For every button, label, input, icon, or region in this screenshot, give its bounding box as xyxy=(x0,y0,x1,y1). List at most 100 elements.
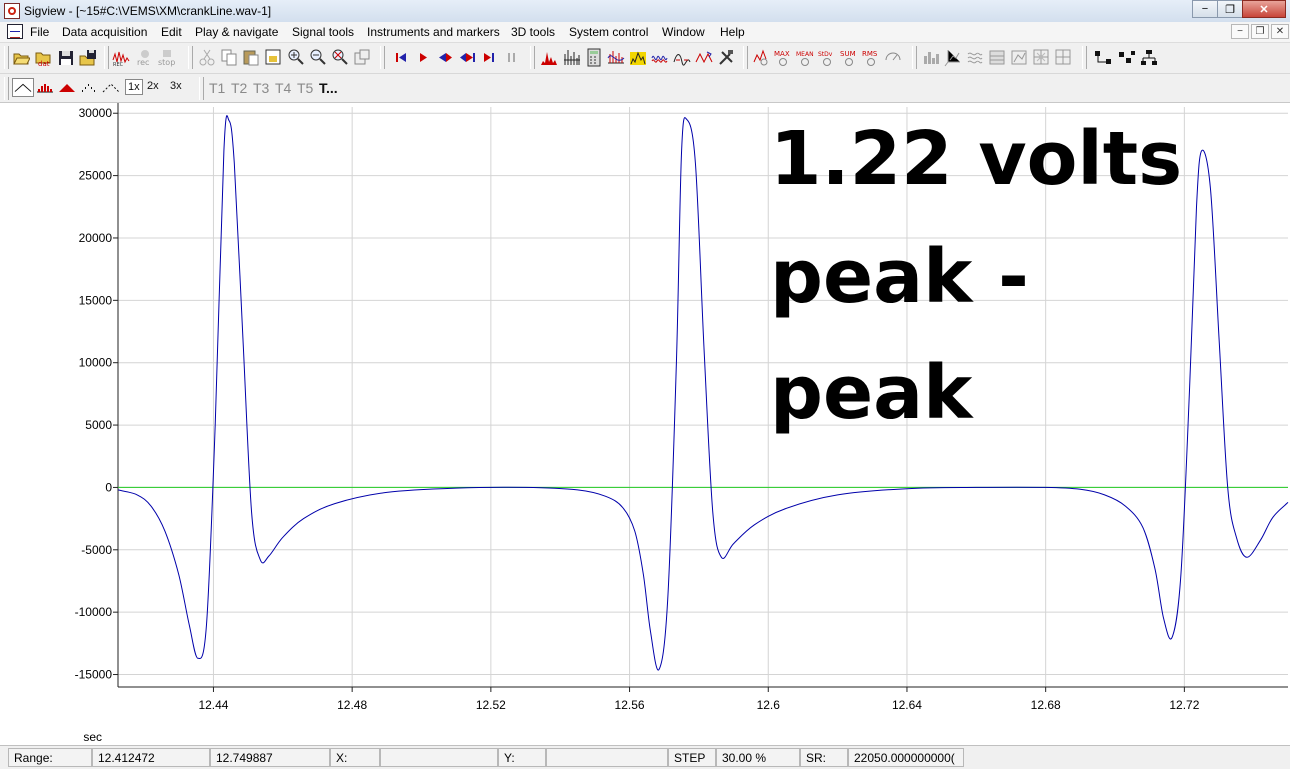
go-end-icon[interactable] xyxy=(480,48,498,67)
marker-icon[interactable] xyxy=(752,48,770,67)
menu-system-control[interactable]: System control xyxy=(569,25,648,39)
zoom-3x-toggle[interactable]: 3x xyxy=(170,80,182,92)
y-value xyxy=(546,748,668,767)
rec-icon[interactable]: rec xyxy=(136,48,154,67)
tab-t5[interactable]: T5 xyxy=(297,80,313,96)
max-marker-icon[interactable]: MAX xyxy=(774,48,792,67)
document-window-icon[interactable] xyxy=(7,24,23,39)
pause-icon[interactable] xyxy=(503,48,521,67)
stdev-marker-icon[interactable]: StDv xyxy=(818,48,836,67)
envelope-icon[interactable] xyxy=(673,48,691,67)
draw-dotted-mode-icon[interactable] xyxy=(102,78,120,97)
y-tick-label: -5000 xyxy=(81,543,112,557)
toolbar-grip xyxy=(188,46,193,69)
connect-icon[interactable] xyxy=(1094,48,1112,67)
annotation-line-2: peak - xyxy=(770,234,1029,320)
3d-surface-icon[interactable] xyxy=(988,48,1006,67)
maximize-button[interactable]: ❐ xyxy=(1217,0,1243,18)
tab-t2[interactable]: T2 xyxy=(231,80,247,96)
x-tick-label: 12.6 xyxy=(757,698,781,712)
svg-text:REC: REC xyxy=(113,62,124,67)
zoom-reset-icon[interactable] xyxy=(331,48,349,67)
tab-t1[interactable]: T1 xyxy=(209,80,225,96)
window-title: Sigview - [~15#C:\VEMS\XM\crankLine.wav-… xyxy=(24,4,272,18)
status-bar: Range: 12.412472 12.749887 X: Y: STEP 30… xyxy=(0,745,1290,769)
signal-plot-area[interactable]: 30000 25000 20000 15000 10000 5000 0 -5000 -1000… xyxy=(0,102,1290,745)
3d-waterfall-icon[interactable] xyxy=(966,48,984,67)
draw-line-mode-icon[interactable] xyxy=(12,78,34,97)
menu-window[interactable]: Window xyxy=(662,25,705,39)
svg-text:MAX: MAX xyxy=(774,50,790,58)
3d-slice-icon[interactable] xyxy=(1010,48,1028,67)
mean-marker-icon[interactable]: MEAN xyxy=(796,48,814,67)
gauge-marker-icon[interactable] xyxy=(884,48,902,67)
paste-icon[interactable] xyxy=(242,48,260,67)
mdi-minimize-button[interactable]: − xyxy=(1231,24,1249,39)
record-setup-icon[interactable]: REC xyxy=(112,48,130,67)
menu-help[interactable]: Help xyxy=(720,25,745,39)
sigview-app-icon xyxy=(4,3,20,19)
cut-icon[interactable] xyxy=(198,48,216,67)
go-start-icon[interactable] xyxy=(392,48,410,67)
save-icon[interactable] xyxy=(57,48,75,67)
zoom-window-icon[interactable] xyxy=(264,48,282,67)
tab-t-more[interactable]: T... xyxy=(319,80,338,96)
open-dat-icon[interactable]: dat xyxy=(34,48,52,67)
zoom-in-icon[interactable] xyxy=(287,48,305,67)
tab-t4[interactable]: T4 xyxy=(275,80,291,96)
tab-t3[interactable]: T3 xyxy=(253,80,269,96)
spectrum-icon[interactable] xyxy=(540,48,558,67)
save-as-icon[interactable] xyxy=(79,48,97,67)
y-tick-label: 10000 xyxy=(79,356,113,370)
mdi-restore-button[interactable]: ❐ xyxy=(1251,24,1269,39)
calculator-icon[interactable] xyxy=(585,48,603,67)
step-back-icon[interactable] xyxy=(436,48,454,67)
step-forward-icon[interactable] xyxy=(458,48,476,67)
mdi-close-button[interactable]: ✕ xyxy=(1271,24,1289,39)
menu-signal-tools[interactable]: Signal tools xyxy=(292,25,354,39)
zoom-2x-toggle[interactable]: 2x xyxy=(147,80,159,92)
x-value xyxy=(380,748,498,767)
y-tick-label: 15000 xyxy=(79,293,113,307)
rms-marker-icon[interactable]: RMS xyxy=(862,48,880,67)
hierarchy-icon[interactable] xyxy=(1140,48,1158,67)
toolbar-grip xyxy=(199,77,204,100)
play-icon[interactable] xyxy=(414,48,432,67)
tools-icon[interactable] xyxy=(717,48,735,67)
signal-wave-icon[interactable] xyxy=(651,48,669,67)
3d-grid-icon[interactable] xyxy=(1032,48,1050,67)
y-label: Y: xyxy=(498,748,546,767)
sum-marker-icon[interactable]: SUM xyxy=(840,48,858,67)
3d-bars-icon[interactable] xyxy=(922,48,940,67)
y-tick-label: -15000 xyxy=(75,668,113,682)
draw-stem-mode-icon[interactable] xyxy=(36,78,54,97)
stop-icon[interactable]: stop xyxy=(158,48,176,67)
menu-edit[interactable]: Edit xyxy=(161,25,182,39)
yellow-spectrum-icon[interactable] xyxy=(629,48,647,67)
step-label: STEP xyxy=(668,748,716,767)
network-icon[interactable] xyxy=(1118,48,1136,67)
toolbar-grip xyxy=(530,46,535,69)
menu-3d-tools[interactable]: 3D tools xyxy=(511,25,555,39)
3d-axes-icon[interactable] xyxy=(944,48,962,67)
menu-instruments-markers[interactable]: Instruments and markers xyxy=(367,25,500,39)
minimize-button[interactable]: − xyxy=(1192,0,1218,18)
signal-chart[interactable]: 30000 25000 20000 15000 10000 5000 0 -5000 -1000… xyxy=(0,103,1290,745)
open-folder-icon[interactable] xyxy=(12,48,30,67)
menu-file[interactable]: File xyxy=(30,25,49,39)
close-button[interactable]: ✕ xyxy=(1242,0,1286,18)
window-copy-icon[interactable] xyxy=(353,48,371,67)
filter-icon[interactable] xyxy=(607,48,625,67)
zoom-out-icon[interactable] xyxy=(309,48,327,67)
peak-detect-icon[interactable] xyxy=(695,48,713,67)
draw-filled-mode-icon[interactable] xyxy=(58,78,76,97)
draw-points-mode-icon[interactable] xyxy=(80,78,98,97)
zoom-1x-toggle[interactable]: 1x xyxy=(125,79,143,95)
3d-arrange-icon[interactable] xyxy=(1054,48,1072,67)
histogram-icon[interactable] xyxy=(563,48,581,67)
y-tick-label: 5000 xyxy=(85,418,112,432)
x-tick-label: 12.68 xyxy=(1031,698,1061,712)
menu-play-navigate[interactable]: Play & navigate xyxy=(195,25,278,39)
copy-icon[interactable] xyxy=(220,48,238,67)
menu-data-acquisition[interactable]: Data acquisition xyxy=(62,25,147,39)
